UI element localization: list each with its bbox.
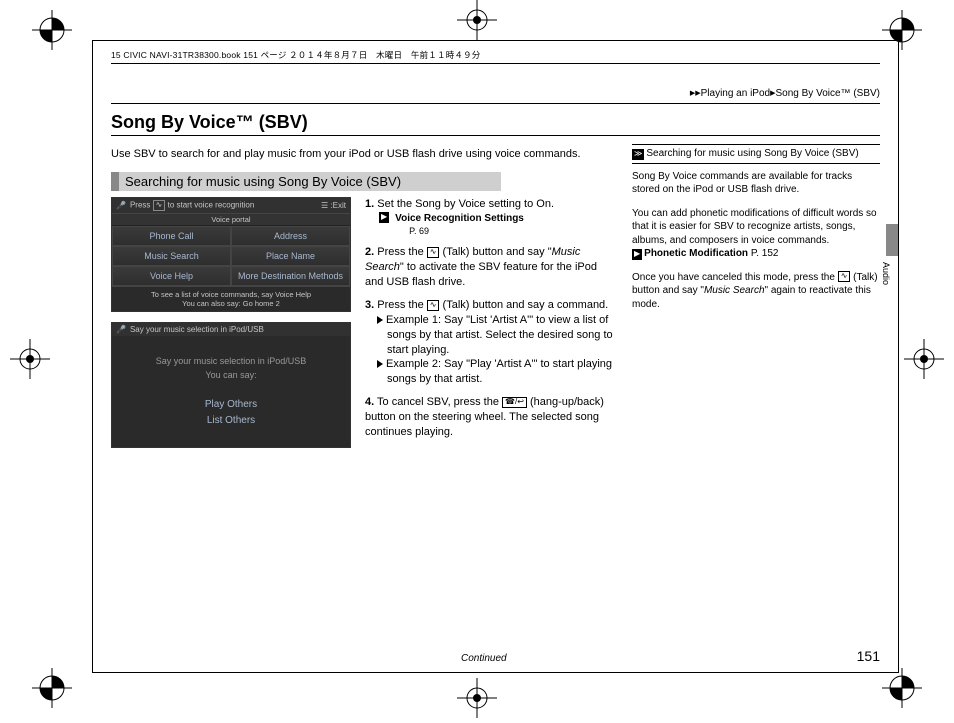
screen-footer: To see a list of voice commands, say Voi… [112, 286, 350, 311]
screen-hint: You can say: [118, 368, 344, 382]
side-note-p1: Song By Voice commands are available for… [632, 170, 880, 197]
exit-label: ☰ :Exit [321, 201, 346, 210]
cross-ref-voice-recognition: ▶ Voice Recognition Settings P. 69 [379, 212, 618, 238]
link-icon: ▶ [379, 212, 389, 223]
crop-mark [10, 339, 50, 379]
rule [111, 135, 880, 136]
step-1: 1. Set the Song by Voice setting to On. … [365, 197, 618, 237]
breadcrumb-arrow-icon: ▶▶ [690, 89, 701, 97]
cross-ref-phonetic: Phonetic Modification [644, 248, 748, 259]
mic-icon: 🎤 [116, 201, 126, 210]
triangle-bullet-icon [377, 316, 383, 324]
hangup-back-button-icon: ☎/↩ [502, 397, 527, 408]
crop-mark [32, 668, 72, 708]
step-3-example-1: Example 1: Say "List 'Artist A'" to view… [377, 313, 618, 358]
book-metadata: 15 CIVIC NAVI-31TR38300.book 151 ページ ２０１… [111, 49, 880, 64]
portal-button-music-search: Music Search [112, 246, 231, 266]
section-tab-label: Audio [880, 262, 892, 285]
titlebar-text: Press ∿ to start voice recognition [130, 200, 254, 211]
step-3-example-2: Example 2: Say "Play 'Artist A'" to star… [377, 357, 618, 387]
section-tab [886, 224, 898, 256]
intro-text: Use SBV to search for and play music fro… [111, 148, 618, 160]
triangle-bullet-icon [377, 360, 383, 368]
screen-subtitle: Voice portal [112, 213, 350, 226]
crop-mark [904, 339, 944, 379]
side-note: ≫Searching for music using Song By Voice… [632, 144, 880, 458]
voice-portal-screenshot: 🎤 Press ∿ to start voice recognition ☰ :… [111, 197, 351, 312]
page-frame: 15 CIVIC NAVI-31TR38300.book 151 ページ ２０１… [92, 40, 899, 673]
screen-hint: Say your music selection in iPod/USB [118, 354, 344, 368]
note-icon: ≫ [632, 149, 644, 160]
crop-mark [457, 678, 497, 718]
side-note-heading: ≫Searching for music using Song By Voice… [632, 144, 880, 164]
page-number: 151 [857, 648, 880, 664]
portal-button-place-name: Place Name [231, 246, 350, 266]
page-footer: Continued 151 [111, 648, 880, 664]
portal-button-voice-help: Voice Help [112, 266, 231, 286]
mic-icon: 🎤 [116, 325, 126, 334]
voice-option-play-others: Play Others [118, 397, 344, 413]
music-selection-screenshot: 🎤 Say your music selection in iPod/USB S… [111, 322, 351, 448]
portal-button-more-methods: More Destination Methods [231, 266, 350, 286]
talk-button-icon: ∿ [427, 247, 440, 258]
portal-button-phone-call: Phone Call [112, 226, 231, 246]
rule [111, 103, 880, 104]
page-title: Song By Voice™ (SBV) [111, 112, 880, 133]
breadcrumb-seg1: Playing an iPod [701, 88, 771, 99]
link-icon: ▶ [632, 249, 642, 260]
talk-button-icon: ∿ [838, 271, 851, 282]
crop-mark [32, 10, 72, 50]
crop-mark [882, 668, 922, 708]
continued-label: Continued [461, 653, 507, 664]
side-note-p2: You can add phonetic modifications of di… [632, 207, 880, 261]
step-2: 2. Press the ∿ (Talk) button and say "Mu… [365, 245, 618, 290]
talk-button-icon: ∿ [427, 300, 440, 311]
step-4: 4. To cancel SBV, press the ☎/↩ (hang-up… [365, 395, 618, 440]
side-note-p3: Once you have canceled this mode, press … [632, 271, 880, 312]
step-3: 3. Press the ∿ (Talk) button and say a c… [365, 298, 618, 387]
breadcrumb-seg2: Song By Voice™ (SBV) [776, 88, 881, 99]
titlebar-text: Say your music selection in iPod/USB [130, 325, 264, 334]
portal-button-address: Address [231, 226, 350, 246]
crop-mark [457, 0, 497, 40]
voice-option-list-others: List Others [118, 413, 344, 429]
section-heading: Searching for music using Song By Voice … [111, 172, 501, 191]
breadcrumb: ▶▶Playing an iPod▶Song By Voice™ (SBV) [111, 88, 880, 99]
talk-icon: ∿ [153, 200, 166, 211]
